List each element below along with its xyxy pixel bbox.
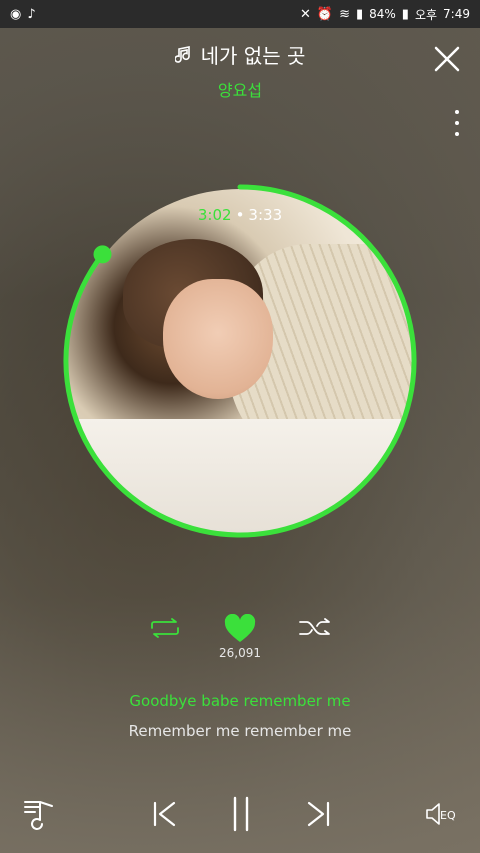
music-note-icon xyxy=(174,45,190,63)
eq-label: EQ xyxy=(440,809,456,822)
eq-icon: EQ xyxy=(426,803,456,825)
more-vert-icon[interactable] xyxy=(452,110,462,136)
playlist-icon[interactable] xyxy=(22,794,60,832)
progress-knob[interactable] xyxy=(93,245,112,264)
wifi-icon: ≋ xyxy=(339,6,350,22)
shuffle-icon[interactable] xyxy=(298,618,332,638)
secondary-controls: 26,091 xyxy=(0,610,480,670)
album-art-container xyxy=(62,183,418,539)
lyric-next[interactable]: Remember me remember me xyxy=(0,722,480,740)
heart-icon[interactable] xyxy=(223,614,257,644)
time-separator: • xyxy=(235,206,245,224)
track-header: 네가 없는 곳 양요섭 xyxy=(0,40,480,101)
time-ampm: 오후 xyxy=(414,7,438,22)
status-bar: ◉ ♪ ✕ ⏰ ≋ ▮ 84% ▮ 오후 7:49 xyxy=(0,0,480,28)
battery-icon: ▮ xyxy=(401,6,409,22)
close-icon[interactable] xyxy=(430,42,464,76)
playback-controls: EQ xyxy=(0,790,480,840)
pause-icon[interactable] xyxy=(230,796,252,832)
time-display: 3:02 • 3:33 xyxy=(0,206,480,224)
like-count: 26,091 xyxy=(219,646,261,660)
lyric-current[interactable]: Goodbye babe remember me xyxy=(0,692,480,710)
app-notification-icon: ◉ xyxy=(10,6,22,22)
current-time: 3:02 xyxy=(197,206,232,224)
status-time: 7:49 xyxy=(443,7,470,21)
progress-ring[interactable] xyxy=(62,183,418,539)
total-time: 3:33 xyxy=(248,206,283,224)
next-icon[interactable] xyxy=(305,800,333,828)
artist-name[interactable]: 양요섭 xyxy=(0,77,480,101)
prev-icon[interactable] xyxy=(150,800,178,828)
alarm-icon: ⏰ xyxy=(316,6,334,22)
signal-icon: ▮ xyxy=(355,6,364,22)
battery-percent: 84% xyxy=(369,7,396,21)
eq-button[interactable]: EQ xyxy=(424,800,462,828)
track-title: 네가 없는 곳 xyxy=(200,44,306,68)
repeat-icon[interactable] xyxy=(148,618,182,638)
music-app-icon: ♪ xyxy=(27,6,36,22)
mute-icon: ✕ xyxy=(299,6,311,22)
